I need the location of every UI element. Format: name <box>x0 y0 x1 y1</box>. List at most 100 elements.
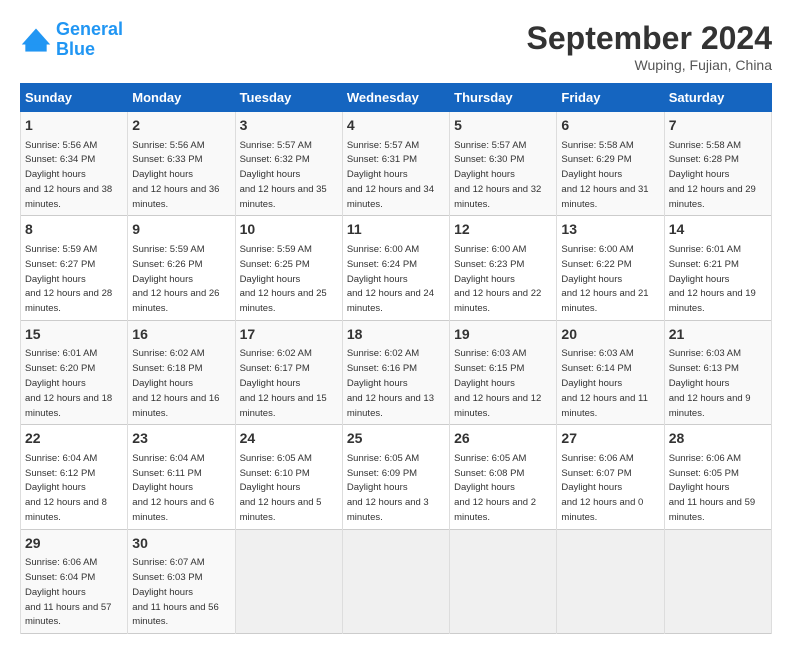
day-number: 23 <box>132 429 230 449</box>
calendar-day-cell: 13 Sunrise: 6:00 AMSunset: 6:22 PMDaylig… <box>557 216 664 320</box>
day-number: 24 <box>240 429 338 449</box>
day-info: Sunrise: 5:57 AMSunset: 6:32 PMDaylight … <box>240 140 327 210</box>
calendar-day-cell: 3 Sunrise: 5:57 AMSunset: 6:32 PMDayligh… <box>235 112 342 216</box>
day-info: Sunrise: 6:05 AMSunset: 6:08 PMDaylight … <box>454 453 536 523</box>
day-number: 21 <box>669 325 767 345</box>
day-info: Sunrise: 5:59 AMSunset: 6:25 PMDaylight … <box>240 244 327 314</box>
calendar-day-cell: 12 Sunrise: 6:00 AMSunset: 6:23 PMDaylig… <box>450 216 557 320</box>
day-number: 7 <box>669 116 767 136</box>
day-info: Sunrise: 6:07 AMSunset: 6:03 PMDaylight … <box>132 557 218 627</box>
day-number: 2 <box>132 116 230 136</box>
day-info: Sunrise: 6:02 AMSunset: 6:16 PMDaylight … <box>347 348 434 418</box>
calendar-day-cell: 30 Sunrise: 6:07 AMSunset: 6:03 PMDaylig… <box>128 529 235 633</box>
calendar-day-cell: 1 Sunrise: 5:56 AMSunset: 6:34 PMDayligh… <box>21 112 128 216</box>
calendar-day-cell: 11 Sunrise: 6:00 AMSunset: 6:24 PMDaylig… <box>342 216 449 320</box>
day-info: Sunrise: 5:56 AMSunset: 6:33 PMDaylight … <box>132 140 219 210</box>
calendar-week-row: 29 Sunrise: 6:06 AMSunset: 6:04 PMDaylig… <box>21 529 772 633</box>
calendar-day-cell: 23 Sunrise: 6:04 AMSunset: 6:11 PMDaylig… <box>128 425 235 529</box>
day-info: Sunrise: 6:06 AMSunset: 6:04 PMDaylight … <box>25 557 111 627</box>
calendar-week-row: 8 Sunrise: 5:59 AMSunset: 6:27 PMDayligh… <box>21 216 772 320</box>
calendar-day-cell: 20 Sunrise: 6:03 AMSunset: 6:14 PMDaylig… <box>557 320 664 424</box>
calendar-day-cell <box>450 529 557 633</box>
logo-line2: Blue <box>56 39 95 59</box>
day-number: 16 <box>132 325 230 345</box>
calendar-day-cell: 8 Sunrise: 5:59 AMSunset: 6:27 PMDayligh… <box>21 216 128 320</box>
day-number: 1 <box>25 116 123 136</box>
calendar-day-cell: 2 Sunrise: 5:56 AMSunset: 6:33 PMDayligh… <box>128 112 235 216</box>
day-info: Sunrise: 6:01 AMSunset: 6:21 PMDaylight … <box>669 244 756 314</box>
day-number: 8 <box>25 220 123 240</box>
calendar-day-cell: 10 Sunrise: 5:59 AMSunset: 6:25 PMDaylig… <box>235 216 342 320</box>
day-info: Sunrise: 5:56 AMSunset: 6:34 PMDaylight … <box>25 140 112 210</box>
day-info: Sunrise: 5:58 AMSunset: 6:28 PMDaylight … <box>669 140 756 210</box>
calendar-day-cell: 6 Sunrise: 5:58 AMSunset: 6:29 PMDayligh… <box>557 112 664 216</box>
day-number: 15 <box>25 325 123 345</box>
calendar-day-cell: 24 Sunrise: 6:05 AMSunset: 6:10 PMDaylig… <box>235 425 342 529</box>
logo: General Blue <box>20 20 123 60</box>
day-info: Sunrise: 6:06 AMSunset: 6:07 PMDaylight … <box>561 453 643 523</box>
logo-line1: General <box>56 19 123 39</box>
calendar-day-cell: 16 Sunrise: 6:02 AMSunset: 6:18 PMDaylig… <box>128 320 235 424</box>
logo-icon <box>20 26 52 54</box>
day-number: 6 <box>561 116 659 136</box>
calendar-week-row: 22 Sunrise: 6:04 AMSunset: 6:12 PMDaylig… <box>21 425 772 529</box>
header-saturday: Saturday <box>664 84 771 112</box>
day-info: Sunrise: 6:00 AMSunset: 6:22 PMDaylight … <box>561 244 648 314</box>
day-info: Sunrise: 6:03 AMSunset: 6:14 PMDaylight … <box>561 348 647 418</box>
header-wednesday: Wednesday <box>342 84 449 112</box>
day-info: Sunrise: 6:03 AMSunset: 6:15 PMDaylight … <box>454 348 541 418</box>
calendar-day-cell: 18 Sunrise: 6:02 AMSunset: 6:16 PMDaylig… <box>342 320 449 424</box>
calendar-day-cell <box>342 529 449 633</box>
day-info: Sunrise: 6:02 AMSunset: 6:17 PMDaylight … <box>240 348 327 418</box>
header-friday: Friday <box>557 84 664 112</box>
calendar-day-cell: 27 Sunrise: 6:06 AMSunset: 6:07 PMDaylig… <box>557 425 664 529</box>
location-subtitle: Wuping, Fujian, China <box>527 57 772 73</box>
header-sunday: Sunday <box>21 84 128 112</box>
calendar-day-cell: 17 Sunrise: 6:02 AMSunset: 6:17 PMDaylig… <box>235 320 342 424</box>
day-number: 3 <box>240 116 338 136</box>
header-thursday: Thursday <box>450 84 557 112</box>
calendar-day-cell: 21 Sunrise: 6:03 AMSunset: 6:13 PMDaylig… <box>664 320 771 424</box>
calendar-day-cell: 7 Sunrise: 5:58 AMSunset: 6:28 PMDayligh… <box>664 112 771 216</box>
month-title: September 2024 <box>527 20 772 57</box>
calendar-day-cell: 15 Sunrise: 6:01 AMSunset: 6:20 PMDaylig… <box>21 320 128 424</box>
day-info: Sunrise: 5:59 AMSunset: 6:27 PMDaylight … <box>25 244 112 314</box>
day-info: Sunrise: 6:06 AMSunset: 6:05 PMDaylight … <box>669 453 755 523</box>
page-header: General Blue September 2024 Wuping, Fuji… <box>20 20 772 73</box>
calendar-week-row: 15 Sunrise: 6:01 AMSunset: 6:20 PMDaylig… <box>21 320 772 424</box>
day-info: Sunrise: 6:03 AMSunset: 6:13 PMDaylight … <box>669 348 751 418</box>
day-number: 29 <box>25 534 123 554</box>
day-number: 18 <box>347 325 445 345</box>
day-number: 17 <box>240 325 338 345</box>
weekday-header-row: Sunday Monday Tuesday Wednesday Thursday… <box>21 84 772 112</box>
day-number: 5 <box>454 116 552 136</box>
day-info: Sunrise: 5:59 AMSunset: 6:26 PMDaylight … <box>132 244 219 314</box>
calendar-day-cell <box>664 529 771 633</box>
calendar-week-row: 1 Sunrise: 5:56 AMSunset: 6:34 PMDayligh… <box>21 112 772 216</box>
day-number: 19 <box>454 325 552 345</box>
title-block: September 2024 Wuping, Fujian, China <box>527 20 772 73</box>
day-info: Sunrise: 6:00 AMSunset: 6:24 PMDaylight … <box>347 244 434 314</box>
day-number: 25 <box>347 429 445 449</box>
day-number: 22 <box>25 429 123 449</box>
day-number: 10 <box>240 220 338 240</box>
day-info: Sunrise: 6:04 AMSunset: 6:11 PMDaylight … <box>132 453 214 523</box>
header-monday: Monday <box>128 84 235 112</box>
calendar-day-cell: 28 Sunrise: 6:06 AMSunset: 6:05 PMDaylig… <box>664 425 771 529</box>
day-number: 30 <box>132 534 230 554</box>
day-number: 27 <box>561 429 659 449</box>
day-number: 13 <box>561 220 659 240</box>
day-info: Sunrise: 5:57 AMSunset: 6:30 PMDaylight … <box>454 140 541 210</box>
day-info: Sunrise: 6:05 AMSunset: 6:10 PMDaylight … <box>240 453 322 523</box>
day-info: Sunrise: 6:05 AMSunset: 6:09 PMDaylight … <box>347 453 429 523</box>
calendar-body: 1 Sunrise: 5:56 AMSunset: 6:34 PMDayligh… <box>21 112 772 634</box>
day-info: Sunrise: 6:04 AMSunset: 6:12 PMDaylight … <box>25 453 107 523</box>
calendar-day-cell: 26 Sunrise: 6:05 AMSunset: 6:08 PMDaylig… <box>450 425 557 529</box>
day-info: Sunrise: 5:58 AMSunset: 6:29 PMDaylight … <box>561 140 648 210</box>
day-info: Sunrise: 6:01 AMSunset: 6:20 PMDaylight … <box>25 348 112 418</box>
day-number: 14 <box>669 220 767 240</box>
calendar-day-cell <box>235 529 342 633</box>
calendar-day-cell: 22 Sunrise: 6:04 AMSunset: 6:12 PMDaylig… <box>21 425 128 529</box>
calendar-day-cell: 4 Sunrise: 5:57 AMSunset: 6:31 PMDayligh… <box>342 112 449 216</box>
day-number: 20 <box>561 325 659 345</box>
